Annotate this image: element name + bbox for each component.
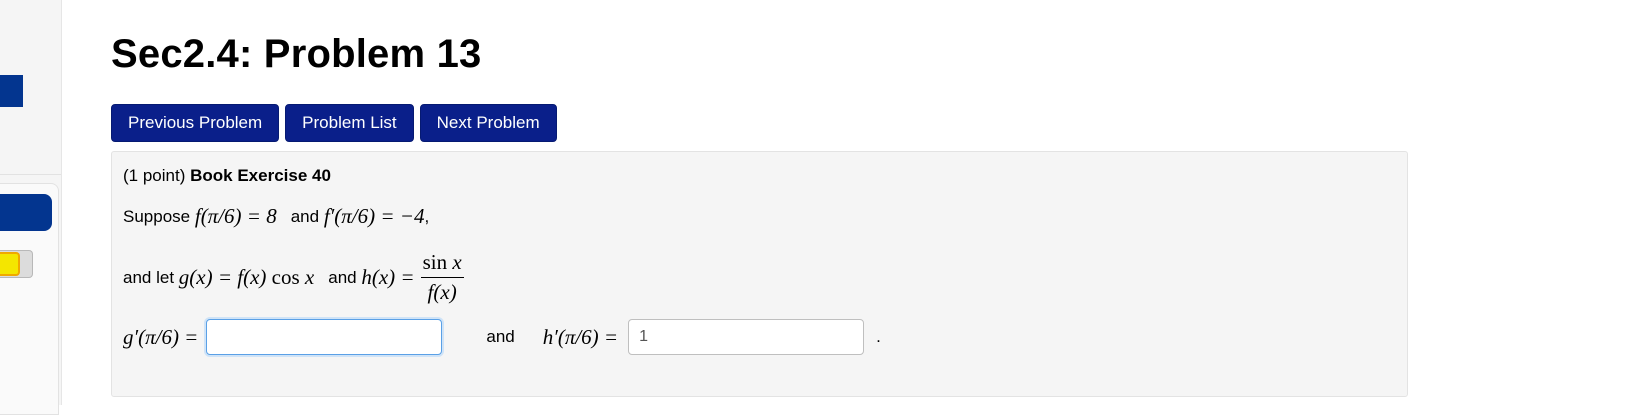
fraction-denominator: f(x): [427, 280, 457, 304]
and-text-3: and: [486, 327, 515, 346]
left-sidebar: [0, 0, 62, 415]
and-let-text: and let: [123, 267, 175, 287]
given-line: Suppose f(π/6) = 8 and f′(π/6) = −4 ,: [123, 204, 429, 229]
page-title: Sec2.4: Problem 13: [111, 32, 482, 76]
g-definition-math: g(x) = f(x) cos x: [178, 265, 315, 289]
h-prime-answer-input[interactable]: [628, 319, 865, 355]
sidebar-divider: [0, 174, 61, 175]
sidebar-toggle[interactable]: [0, 250, 33, 278]
answer-line: g′(π/6) = and h′(π/6) = .: [123, 319, 881, 355]
problem-list-button[interactable]: Problem List: [285, 104, 414, 142]
definition-line: and let g(x) = f(x) cos x and h(x) = sin…: [123, 250, 464, 305]
next-problem-button[interactable]: Next Problem: [419, 104, 557, 142]
problem-points: (1 point): [123, 166, 186, 185]
h-definition-fraction: sin x f(x): [420, 250, 464, 305]
toggle-knob: [0, 252, 20, 276]
g-prime-answer-input[interactable]: [206, 319, 443, 355]
g-prime-label: g′(π/6) =: [123, 324, 199, 349]
problem-panel: (1 point) Book Exercise 40 Suppose f(π/6…: [111, 151, 1408, 397]
problem-source: Book Exercise 40: [190, 166, 331, 185]
comma-text: ,: [424, 206, 430, 226]
final-period: .: [876, 327, 881, 346]
h-prime-label: h′(π/6) =: [542, 324, 619, 349]
problem-navigation: Previous Problem Problem List Next Probl…: [111, 104, 557, 142]
fraction-numerator: sin x: [420, 250, 464, 278]
h-definition-lhs: h(x) =: [361, 265, 415, 289]
sidebar-button[interactable]: [0, 194, 52, 231]
previous-problem-button[interactable]: Previous Problem: [111, 104, 280, 142]
fprime-given-math: f′(π/6) = −4: [323, 204, 425, 228]
and-text: and: [290, 206, 320, 226]
suppose-text: Suppose: [123, 206, 191, 226]
problem-heading: (1 point) Book Exercise 40: [123, 166, 331, 186]
f-given-math: f(π/6) = 8: [194, 204, 277, 228]
sidebar-menu-item[interactable]: [0, 75, 23, 107]
and-text-2: and: [328, 267, 357, 287]
